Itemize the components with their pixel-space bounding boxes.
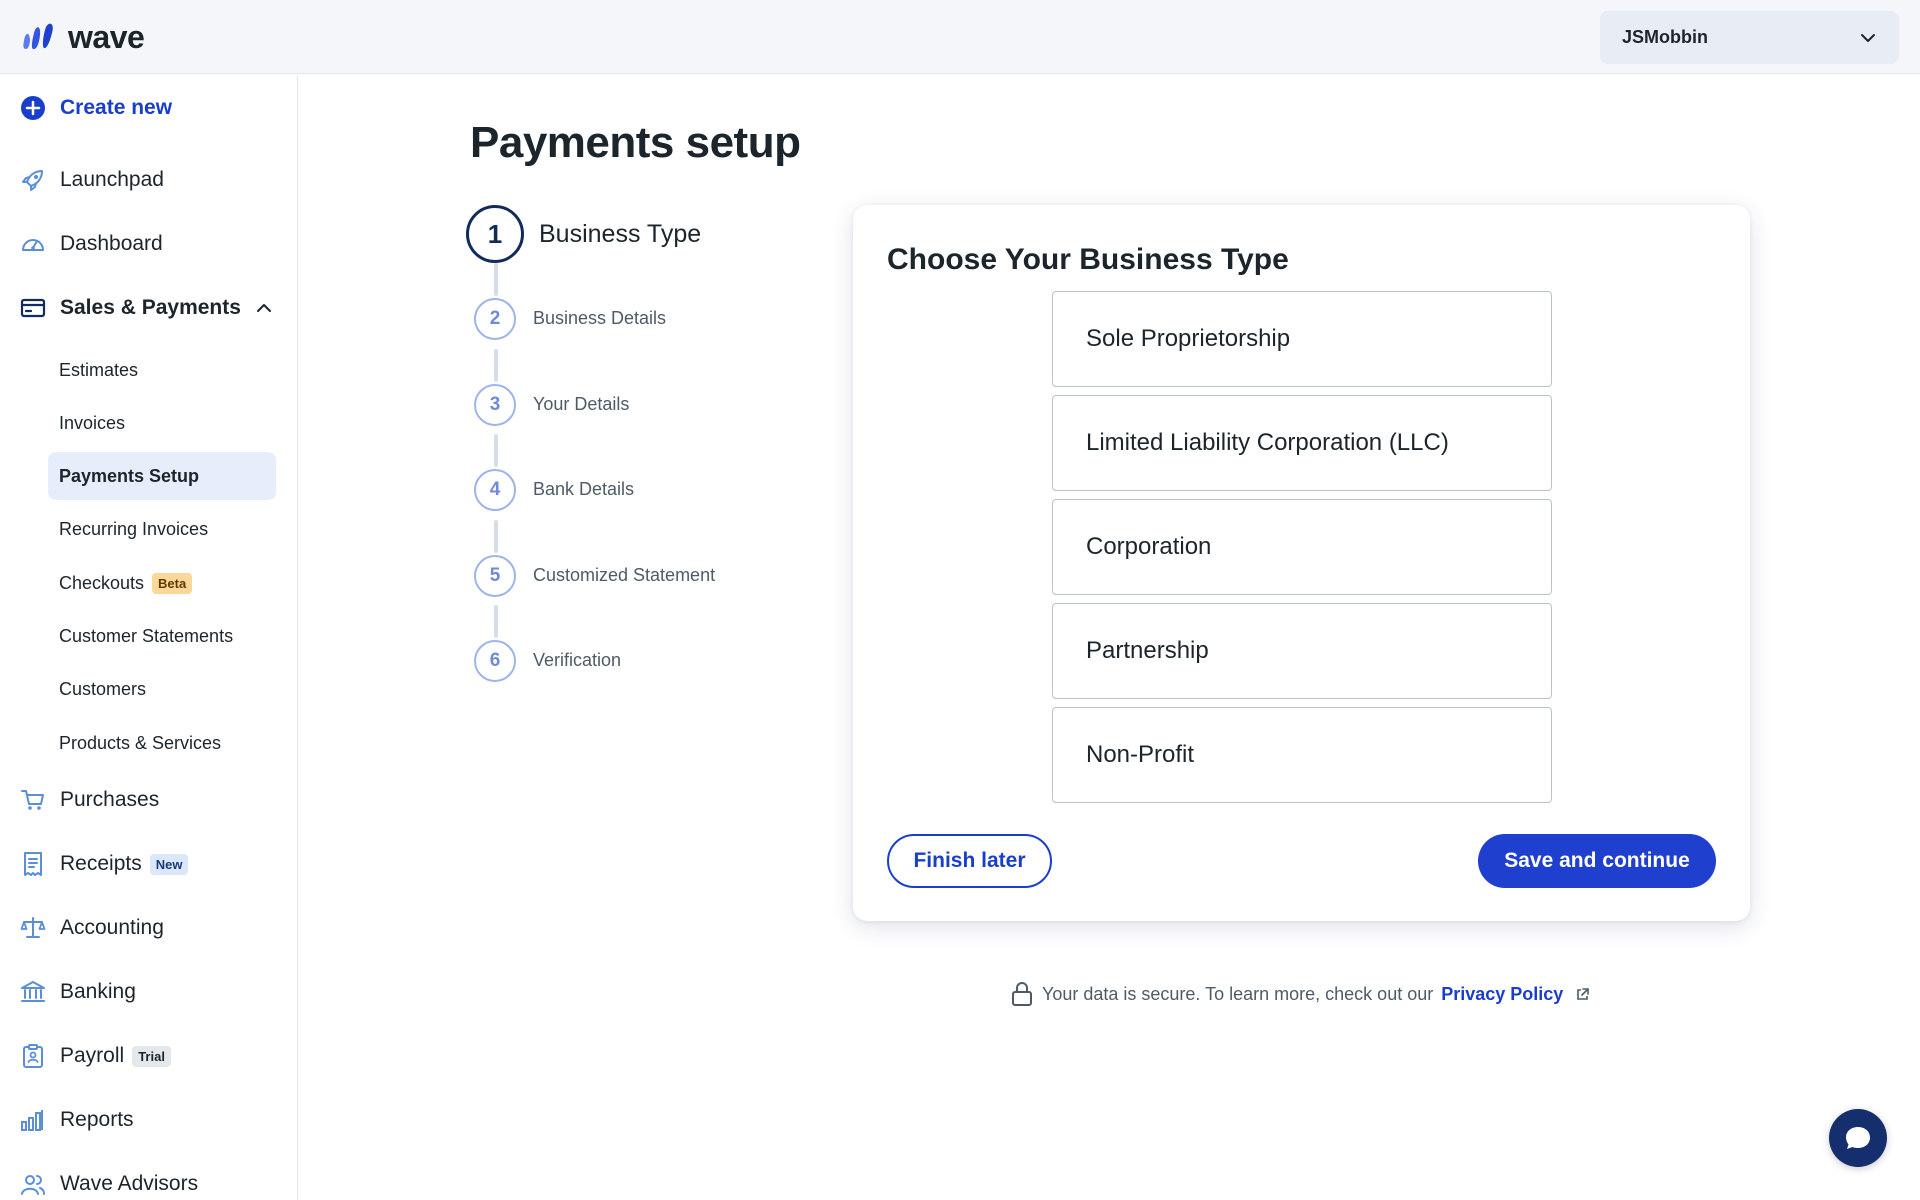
sidebar-item-receipts[interactable]: Receipts New (20, 851, 189, 877)
rocket-icon (20, 167, 46, 193)
sidebar-label-purchases: Purchases (60, 788, 160, 811)
step-connector (494, 520, 498, 553)
account-name: JSMobbin (1622, 27, 1708, 47)
sidebar-subitem-products-services[interactable]: Products & Services (48, 719, 232, 767)
sidebar-item-sales-payments[interactable]: Sales & Payments (20, 295, 273, 321)
sidebar-item-payroll[interactable]: Payroll Trial (20, 1043, 171, 1069)
sidebar-item-dashboard[interactable]: Dashboard (20, 231, 163, 257)
sidebar-label-receipts: Receipts (60, 852, 142, 875)
credit-card-icon (20, 295, 46, 321)
option-sole-proprietorship[interactable]: Sole Proprietorship (1052, 291, 1552, 387)
step-2-indicator: 2 (474, 298, 516, 340)
option-partnership[interactable]: Partnership (1052, 603, 1552, 699)
sidebar-label-reports: Reports (60, 1108, 134, 1131)
sidebar-subitem-recurring-invoices[interactable]: Recurring Invoices (48, 505, 219, 553)
bar-chart-icon (20, 1107, 46, 1133)
trial-badge: Trial (132, 1045, 171, 1067)
step-4-label: Bank Details (533, 479, 635, 499)
create-new-label: Create new (60, 96, 173, 119)
sidebar-item-banking[interactable]: Banking (20, 979, 136, 1005)
beta-badge: Beta (152, 572, 193, 594)
chat-bubble-icon (1846, 1127, 1870, 1149)
page-title: Payments setup (470, 118, 801, 167)
sidebar-subitem-estimates[interactable]: Estimates (48, 346, 149, 394)
account-switcher[interactable]: JSMobbin (1600, 11, 1899, 64)
sidebar-label-wave-advisors: Wave Advisors (60, 1172, 199, 1195)
bank-icon (20, 979, 46, 1005)
plus-circle-icon (20, 95, 46, 121)
option-llc[interactable]: Limited Liability Corporation (LLC) (1052, 395, 1552, 491)
security-note: Your data is secure. To learn more, chec… (1010, 981, 1590, 1007)
sidebar-label-banking: Banking (60, 980, 136, 1003)
sidebar: Create new Launchpad Dashboard Sales & P… (0, 75, 298, 1200)
step-5-indicator: 5 (474, 555, 516, 597)
cart-icon (20, 787, 46, 813)
sidebar-label-launchpad: Launchpad (60, 168, 164, 191)
step-connector (494, 263, 498, 296)
sidebar-item-wave-advisors[interactable]: Wave Advisors (20, 1171, 198, 1197)
option-non-profit[interactable]: Non-Profit (1052, 707, 1552, 803)
chevron-down-icon (1861, 33, 1875, 42)
step-3-indicator: 3 (474, 384, 516, 426)
sidebar-item-reports[interactable]: Reports (20, 1107, 134, 1133)
business-type-card: Choose Your Business Type Sole Proprieto… (853, 205, 1750, 921)
clipboard-user-icon (20, 1043, 46, 1069)
step-connector (494, 349, 498, 382)
create-new-button[interactable]: Create new (20, 95, 172, 121)
privacy-policy-link[interactable]: Privacy Policy (1441, 984, 1563, 1005)
sidebar-subitem-customer-statements[interactable]: Customer Statements (48, 612, 244, 660)
sidebar-item-accounting[interactable]: Accounting (20, 915, 164, 941)
option-corporation[interactable]: Corporation (1052, 499, 1552, 595)
lock-icon (1012, 982, 1032, 1006)
step-5-label: Customized Statement (533, 565, 716, 585)
step-6-indicator: 6 (474, 640, 516, 682)
setup-stepper: 1 Business Type 2 Business Details 3 You… (466, 205, 766, 685)
wave-logo-icon (23, 23, 53, 50)
finish-later-button[interactable]: Finish later (887, 834, 1052, 888)
step-4-indicator: 4 (474, 469, 516, 511)
wave-logo[interactable]: wave (20, 18, 145, 56)
sidebar-item-launchpad[interactable]: Launchpad (20, 167, 164, 193)
step-3-label: Your Details (533, 394, 630, 414)
external-link-icon (1577, 987, 1590, 1000)
step-6-label: Verification (533, 650, 622, 670)
sidebar-subitem-checkouts[interactable]: Checkouts Beta (48, 559, 203, 607)
sidebar-subitem-payments-setup[interactable]: Payments Setup (48, 452, 276, 500)
card-title: Choose Your Business Type (887, 243, 1289, 276)
gauge-icon (20, 231, 46, 257)
sidebar-item-purchases[interactable]: Purchases (20, 787, 159, 813)
privacy-policy-label: Privacy Policy (1441, 983, 1564, 1004)
scale-icon (20, 915, 46, 941)
users-icon (20, 1171, 46, 1197)
sidebar-label-payroll: Payroll (60, 1044, 125, 1067)
checkouts-label: Checkouts (59, 572, 145, 593)
sidebar-label-accounting: Accounting (60, 916, 164, 939)
top-bar: wave JSMobbin (0, 0, 1920, 74)
step-1-indicator: 1 (466, 205, 524, 263)
chat-launcher-button[interactable] (1829, 1109, 1887, 1167)
save-and-continue-button[interactable]: Save and continue (1478, 834, 1716, 888)
chevron-up-icon (256, 304, 271, 312)
sidebar-subitem-customers[interactable]: Customers (48, 665, 157, 713)
step-1-label: Business Type (539, 220, 702, 248)
step-connector (494, 605, 498, 638)
step-connector (494, 434, 498, 467)
new-badge: New (149, 853, 189, 875)
sidebar-label-dashboard: Dashboard (60, 232, 163, 255)
brand-name: wave (68, 18, 145, 55)
sidebar-label-sales-payments: Sales & Payments (60, 296, 241, 319)
step-2-label: Business Details (533, 308, 667, 328)
receipt-icon (20, 851, 46, 877)
security-text: Your data is secure. To learn more, chec… (1042, 983, 1434, 1004)
sidebar-subitem-invoices[interactable]: Invoices (48, 399, 136, 447)
